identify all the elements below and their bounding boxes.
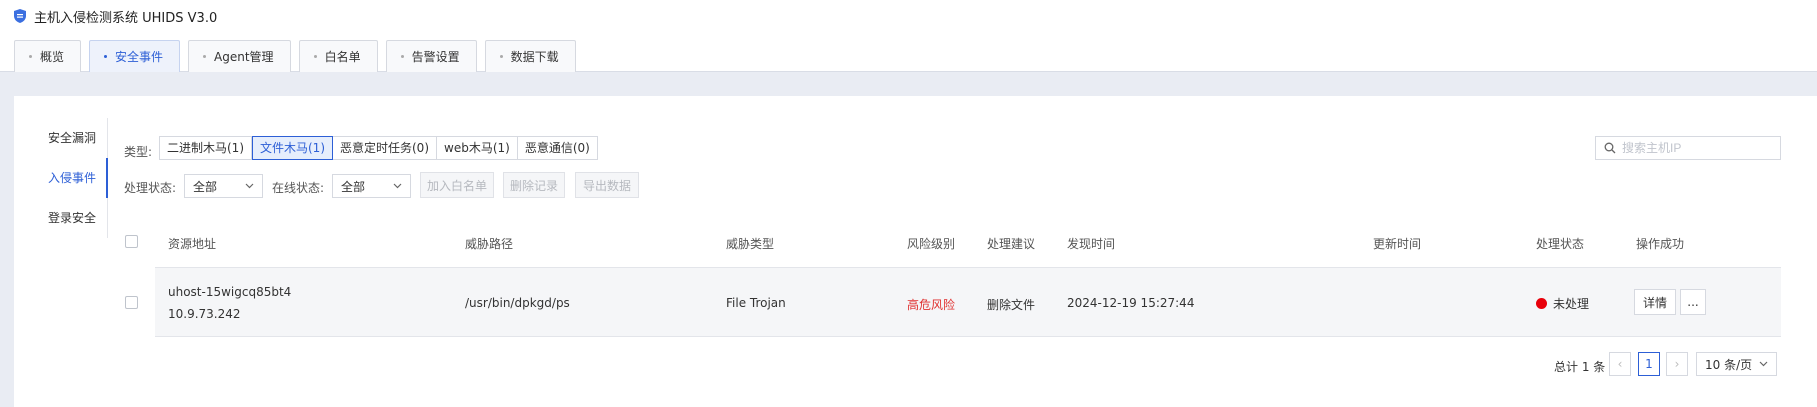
pagination-total: 总计 1 条 bbox=[1554, 360, 1606, 374]
tab-dot bbox=[313, 55, 317, 58]
status-dot-icon bbox=[1536, 298, 1547, 309]
tab-dot bbox=[104, 55, 108, 58]
type-option-file-trojan[interactable]: 文件木马(1) bbox=[252, 136, 333, 160]
online-status-select[interactable]: 全部 bbox=[332, 174, 411, 198]
select-all-checkbox[interactable] bbox=[125, 235, 138, 248]
type-option-binary-trojan[interactable]: 二进制木马(1) bbox=[160, 137, 252, 159]
next-page-button[interactable]: › bbox=[1666, 352, 1688, 376]
chevron-down-icon bbox=[245, 183, 254, 189]
page-size-select[interactable]: 10 条/页 bbox=[1696, 352, 1777, 376]
add-whitelist-button[interactable]: 加入白名单 bbox=[420, 172, 494, 198]
chevron-down-icon bbox=[393, 183, 402, 189]
search-input[interactable] bbox=[1622, 141, 1772, 155]
header-found-time: 发现时间 bbox=[1067, 237, 1116, 251]
page-size-value: 10 条/页 bbox=[1705, 357, 1753, 372]
type-filter-label: 类型: bbox=[124, 145, 153, 159]
type-option-malicious-comm[interactable]: 恶意通信(0) bbox=[518, 137, 597, 159]
header-updated-time: 更新时间 bbox=[1373, 237, 1422, 251]
tab-alert-settings[interactable]: 告警设置 bbox=[385, 40, 477, 72]
process-status-value: 全部 bbox=[193, 179, 218, 194]
header-process-status: 处理状态 bbox=[1536, 237, 1585, 251]
tab-agent-management[interactable]: Agent管理 bbox=[188, 40, 291, 72]
row-process-status: 未处理 bbox=[1536, 295, 1589, 312]
export-data-button[interactable]: 导出数据 bbox=[575, 172, 639, 198]
app-header: 主机入侵检测系统 UHIDS V3.0 bbox=[14, 6, 217, 26]
prev-page-button[interactable]: ‹ bbox=[1609, 352, 1631, 376]
page-1-button[interactable]: 1 bbox=[1638, 352, 1660, 376]
row-host-ip: 10.9.73.242 bbox=[168, 307, 241, 321]
tab-label: 安全事件 bbox=[115, 50, 164, 64]
sidebar-item-intrusion-events[interactable]: 入侵事件 bbox=[14, 158, 108, 198]
tab-label: 数据下载 bbox=[510, 50, 559, 64]
main-tabs: 概览 安全事件 Agent管理 白名单 告警设置 数据下载 bbox=[14, 40, 576, 72]
tab-whitelist[interactable]: 白名单 bbox=[298, 40, 378, 72]
row-checkbox[interactable] bbox=[125, 296, 138, 309]
more-actions-button[interactable]: ... bbox=[1680, 289, 1706, 315]
tab-data-download[interactable]: 数据下载 bbox=[484, 40, 576, 72]
row-host-name: uhost-15wigcq85bt4 bbox=[168, 285, 292, 299]
process-status-label: 处理状态: bbox=[124, 181, 177, 195]
header-operations: 操作成功 bbox=[1636, 237, 1685, 251]
type-filter-group: 二进制木马(1) 文件木马(1) 恶意定时任务(0) web木马(1) 恶意通信… bbox=[159, 136, 598, 160]
tab-label: 白名单 bbox=[324, 50, 361, 64]
detail-button[interactable]: 详情 bbox=[1634, 289, 1676, 315]
delete-records-button[interactable]: 删除记录 bbox=[503, 172, 565, 198]
tab-label: 概览 bbox=[40, 50, 65, 64]
search-icon bbox=[1604, 142, 1616, 154]
shield-icon bbox=[14, 9, 26, 23]
header-advice: 处理建议 bbox=[987, 237, 1036, 251]
tab-overview[interactable]: 概览 bbox=[14, 40, 82, 72]
host-ip-search[interactable] bbox=[1595, 136, 1781, 160]
tab-label: Agent管理 bbox=[214, 50, 274, 64]
top-bar: 主机入侵检测系统 UHIDS V3.0 概览 安全事件 Agent管理 白名单 … bbox=[0, 0, 1817, 72]
tab-label: 告警设置 bbox=[411, 50, 460, 64]
header-resource: 资源地址 bbox=[168, 237, 217, 251]
row-risk-level: 高危风险 bbox=[907, 298, 956, 312]
tab-dot bbox=[29, 55, 32, 58]
header-risk-level: 风险级别 bbox=[907, 237, 956, 251]
app-title: 主机入侵检测系统 UHIDS V3.0 bbox=[34, 10, 218, 26]
type-option-malicious-cron[interactable]: 恶意定时任务(0) bbox=[333, 137, 437, 159]
row-found-time: 2024-12-19 15:27:44 bbox=[1067, 296, 1195, 310]
page-background-band bbox=[0, 72, 1817, 96]
tab-dot bbox=[203, 55, 207, 58]
header-threat-type: 威胁类型 bbox=[726, 237, 775, 251]
row-status-text: 未处理 bbox=[1553, 297, 1590, 311]
tab-dot bbox=[400, 55, 404, 58]
process-status-select[interactable]: 全部 bbox=[184, 174, 263, 198]
row-advice: 删除文件 bbox=[987, 298, 1036, 312]
sidebar: 安全漏洞 入侵事件 登录安全 bbox=[14, 118, 108, 238]
online-status-label: 在线状态: bbox=[272, 181, 325, 195]
online-status-value: 全部 bbox=[341, 179, 366, 194]
sidebar-item-login-security[interactable]: 登录安全 bbox=[14, 198, 108, 238]
tab-dot bbox=[499, 55, 503, 58]
sidebar-item-vulnerabilities[interactable]: 安全漏洞 bbox=[14, 118, 108, 158]
header-threat-path: 威胁路径 bbox=[465, 237, 514, 251]
row-threat-type: File Trojan bbox=[726, 296, 786, 310]
tab-security-events[interactable]: 安全事件 bbox=[89, 40, 181, 72]
page-background-left bbox=[0, 96, 14, 407]
type-option-web-trojan[interactable]: web木马(1) bbox=[437, 137, 518, 159]
chevron-down-icon bbox=[1759, 361, 1768, 367]
row-threat-path: /usr/bin/dpkgd/ps bbox=[465, 296, 570, 310]
